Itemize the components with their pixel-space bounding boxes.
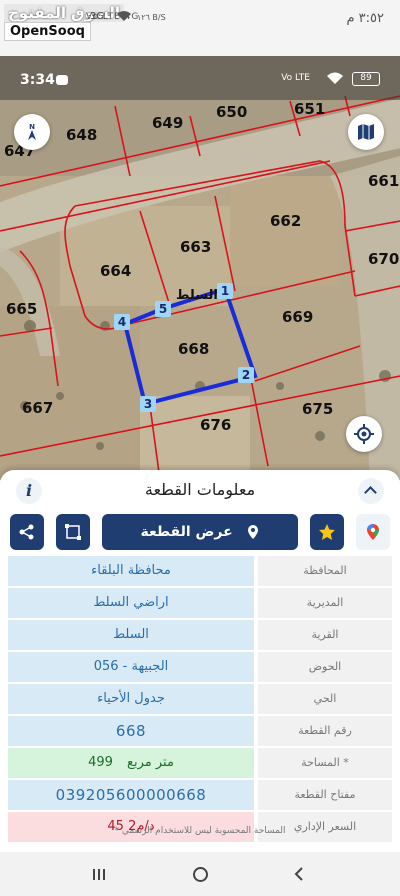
vertex-marker[interactable]: 5 bbox=[155, 301, 171, 317]
favorite-button[interactable] bbox=[310, 514, 344, 550]
table-row: 499 متر مربع المساحة * bbox=[8, 748, 392, 778]
vertex-marker[interactable]: 3 bbox=[140, 396, 156, 412]
chevron-up-icon bbox=[364, 486, 377, 499]
vertex-marker[interactable]: 4 bbox=[114, 314, 130, 330]
google-maps-button[interactable] bbox=[356, 514, 390, 550]
map-layers-button[interactable] bbox=[348, 114, 384, 150]
my-location-button[interactable] bbox=[346, 416, 382, 452]
collapse-button[interactable] bbox=[358, 478, 384, 504]
plot-number: 670 bbox=[368, 250, 400, 268]
table-row: اراضي السلط المديرية bbox=[8, 588, 392, 618]
directorate-value: اراضي السلط bbox=[8, 588, 254, 618]
back-icon[interactable] bbox=[293, 867, 305, 881]
table-row: 668 رقم القطعة bbox=[8, 716, 392, 746]
area-unit: متر مربع bbox=[127, 755, 174, 770]
location-pin-icon bbox=[247, 525, 258, 539]
plot-number: 665 bbox=[6, 300, 38, 318]
table-row: 039205600000668 مفتاح القطعة bbox=[8, 780, 392, 810]
plot-number: 664 bbox=[100, 262, 132, 280]
plot-number-label: رقم القطعة bbox=[258, 716, 392, 746]
show-plot-button[interactable]: عرض القطعة bbox=[102, 514, 298, 550]
plot-number: 648 bbox=[66, 126, 98, 144]
battery-icon: 89 bbox=[352, 72, 380, 86]
inner-network-text: Vo LTE bbox=[281, 73, 310, 83]
home-icon[interactable] bbox=[193, 867, 208, 882]
plot-number: 651 bbox=[294, 100, 326, 118]
village-label: القرية bbox=[258, 620, 392, 650]
plot-number: 668 bbox=[178, 340, 210, 358]
device-time: ٣:٥٢ م bbox=[346, 11, 384, 26]
plot-inline-label: السلط bbox=[176, 288, 218, 303]
village-value: السلط bbox=[8, 620, 254, 650]
network-text: 3G bbox=[90, 11, 105, 22]
locate-icon bbox=[354, 424, 374, 444]
table-row: جدول الأحياء الحي bbox=[8, 684, 392, 714]
governorate-value: محافظة البلقاء bbox=[8, 556, 254, 586]
show-plot-label: عرض القطعة bbox=[140, 524, 233, 540]
share-button[interactable] bbox=[10, 514, 44, 550]
plot-number: 667 bbox=[22, 399, 54, 417]
plot-key-label: مفتاح القطعة bbox=[258, 780, 392, 810]
draw-shape-button[interactable] bbox=[56, 514, 90, 550]
inner-time: 3:34 bbox=[20, 72, 55, 88]
plot-number: 649 bbox=[152, 114, 184, 132]
plot-number-value: 668 bbox=[8, 716, 254, 746]
directorate-label: المديرية bbox=[258, 588, 392, 618]
svg-text:N: N bbox=[29, 123, 35, 131]
plot-number: 661 bbox=[368, 172, 400, 190]
district-value: جدول الأحياء bbox=[8, 684, 254, 714]
basin-value: الجبيهة - 056 bbox=[8, 652, 254, 682]
plot-number: 676 bbox=[200, 416, 232, 434]
recent-apps-icon[interactable] bbox=[92, 868, 106, 881]
table-row: الجبيهة - 056 الحوض bbox=[8, 652, 392, 682]
panel-title: معلومات القطعة bbox=[144, 480, 256, 499]
compass-icon: N bbox=[28, 123, 36, 140]
plot-number: 650 bbox=[216, 103, 248, 121]
satellite-map[interactable]: 3:34 Vo LTE 89 648 649 650 651 647 661 6… bbox=[0, 56, 400, 480]
plot-number: 669 bbox=[282, 308, 314, 326]
basin-label: الحوض bbox=[258, 652, 392, 682]
chat-icon bbox=[56, 75, 68, 85]
opensooq-watermark: OpenSooq bbox=[4, 22, 91, 41]
share-icon bbox=[19, 524, 34, 540]
google-maps-icon bbox=[367, 524, 379, 540]
inner-status-bar: 3:34 Vo LTE 89 bbox=[0, 56, 400, 100]
area-number: 499 bbox=[88, 755, 113, 770]
wifi-icon bbox=[327, 72, 343, 84]
plot-number: 662 bbox=[270, 212, 302, 230]
vertex-marker[interactable]: 1 bbox=[217, 283, 233, 299]
wifi-icon bbox=[117, 11, 131, 21]
vertex-marker[interactable]: 2 bbox=[238, 367, 254, 383]
network-speed: ١٢٦ B/S bbox=[137, 13, 166, 22]
governorate-label: المحافظة bbox=[258, 556, 392, 586]
area-value: 499 متر مربع bbox=[8, 748, 254, 778]
table-row: السلط القرية bbox=[8, 620, 392, 650]
compass-button[interactable]: N bbox=[14, 114, 50, 150]
system-nav-bar bbox=[0, 852, 400, 896]
plot-key-value: 039205600000668 bbox=[8, 780, 254, 810]
info-table: محافظة البلقاء المحافظة اراضي السلط المد… bbox=[8, 556, 392, 844]
area-label: المساحة * bbox=[258, 748, 392, 778]
district-label: الحي bbox=[258, 684, 392, 714]
map-icon bbox=[358, 124, 374, 140]
table-row: محافظة البلقاء المحافظة bbox=[8, 556, 392, 586]
plot-number: 675 bbox=[302, 400, 334, 418]
area-footnote: * المساحة المحسوبة ليس للاستخدام الرسمي bbox=[114, 826, 286, 836]
device-status-bar: السوق المفتوح OpenSooq Vo LTE 4G 3G ١٢٦ … bbox=[0, 0, 400, 56]
plot-number: 663 bbox=[180, 238, 212, 256]
star-icon bbox=[319, 524, 335, 540]
polygon-icon bbox=[65, 524, 81, 540]
plot-info-panel: i معلومات القطعة عرض القطعة محافظة البلق… bbox=[0, 470, 400, 852]
